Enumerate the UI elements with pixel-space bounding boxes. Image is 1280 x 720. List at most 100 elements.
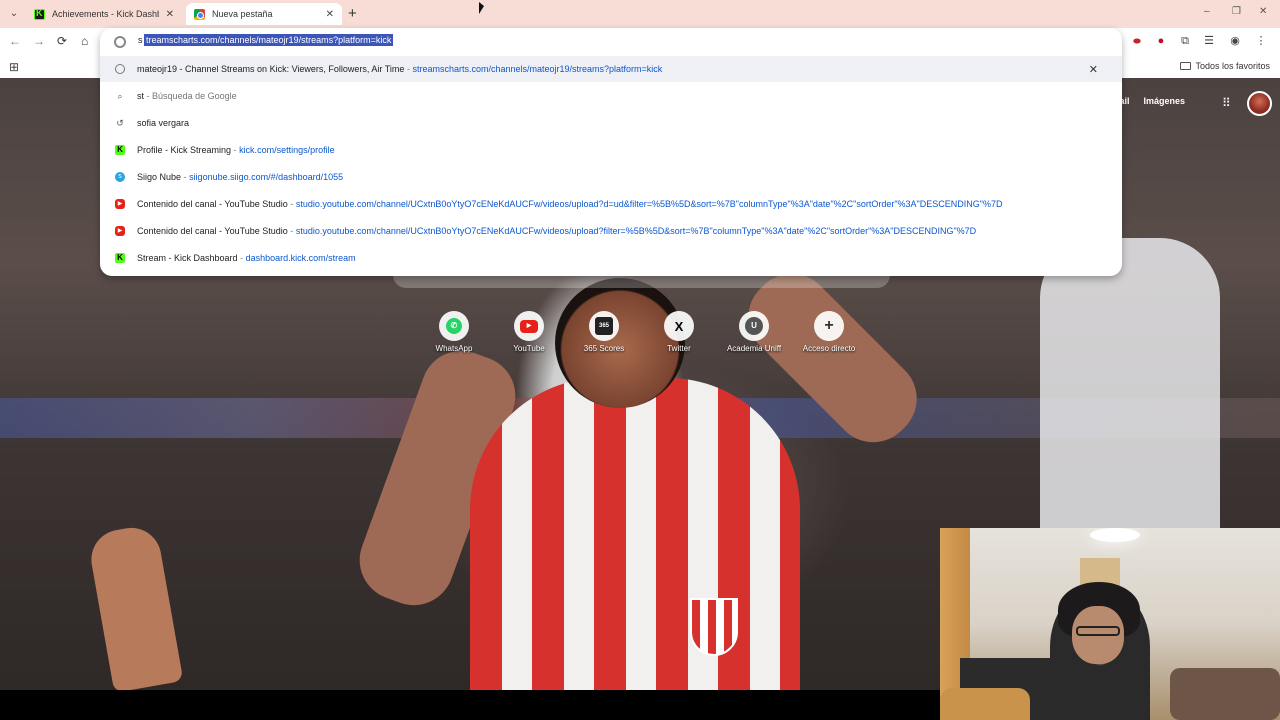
chair: [940, 688, 1030, 720]
suggestion-item[interactable]: K Profile - Kick Streaming - kick.com/se…: [100, 137, 1122, 163]
shortcut-label: YouTube: [513, 344, 545, 353]
omnibox-dropdown: s treamscharts.com/channels/mateojr19/st…: [100, 28, 1122, 276]
fan-fist: [86, 523, 184, 690]
tab-search-chevron-icon[interactable]: ⌄: [6, 6, 22, 22]
shortcut-tile: ▶: [514, 311, 544, 341]
suggestion-title: Profile - Kick Streaming: [137, 145, 232, 155]
shortcut-label: Academia Uniff: [726, 344, 782, 353]
folder-icon: [1180, 62, 1192, 70]
suggestion-title: st: [137, 91, 145, 101]
suggestion-url: studio.youtube.com/channel/UCxtnB0oYtyO7…: [295, 226, 977, 236]
suggestion-text: Contenido del canal - YouTube Studio - s…: [137, 199, 1003, 209]
all-bookmarks-folder[interactable]: Todos los favoritos: [1180, 61, 1270, 71]
background-fan: [1040, 238, 1220, 538]
suggestion-item[interactable]: ↺ sofia vergara: [100, 110, 1122, 136]
shortcut-whatsapp[interactable]: ✆ WhatsApp: [423, 311, 485, 371]
glasses: [1076, 626, 1120, 636]
avatar[interactable]: [1247, 91, 1272, 116]
shortcut-label: Twitter: [667, 344, 691, 353]
team-crest: [690, 598, 738, 656]
tab-title: Achievements - Kick Dashboard: [52, 9, 159, 19]
suggestion-title: Contenido del canal - YouTube Studio: [137, 226, 288, 236]
suggestion-item[interactable]: K Stream - Kick Dashboard - dashboard.ki…: [100, 245, 1122, 271]
menu-icon[interactable]: ⋮: [1254, 34, 1268, 48]
apps-grid-icon[interactable]: ⊞: [9, 60, 19, 74]
window-close-button[interactable]: ✕: [1259, 6, 1267, 17]
home-button[interactable]: ⌂: [81, 34, 88, 48]
shortcut-twitter[interactable]: X Twitter: [648, 311, 710, 371]
youtube-icon: ▶: [115, 226, 125, 236]
suggestion-item[interactable]: ▶ Contenido del canal - YouTube Studio -…: [100, 191, 1122, 217]
extension-icons: ⬬ ● ⧉ ☰ ◉ ⋮: [1120, 34, 1280, 50]
shortcut-label: Acceso directo: [802, 344, 856, 353]
whatsapp-icon: ✆: [446, 318, 462, 334]
back-button[interactable]: ←: [9, 34, 21, 48]
address-bar[interactable]: s treamscharts.com/channels/mateojr19/st…: [100, 28, 1122, 56]
suggestion-text: Profile - Kick Streaming - kick.com/sett…: [137, 145, 335, 155]
remove-suggestion-button[interactable]: ✕: [1089, 63, 1098, 76]
ceiling-light: [1090, 528, 1140, 542]
x-icon: X: [674, 318, 684, 334]
player-shirt: [470, 378, 800, 690]
suggestion-url: studio.youtube.com/channel/UCxtnB0oYtyO7…: [295, 199, 1003, 209]
history-icon: ↺: [116, 118, 124, 128]
shortcut-label: 365 Scores: [583, 344, 625, 353]
folder-label: Todos los favoritos: [1195, 61, 1270, 71]
shortcut-add[interactable]: + Acceso directo: [798, 311, 860, 371]
shortcut-academia[interactable]: U Academia Uniff: [723, 311, 785, 371]
suggestion-url: streamscharts.com/channels/mateojr19/str…: [412, 64, 663, 74]
restore-button[interactable]: ❐: [1232, 6, 1241, 17]
shortcut-label: WhatsApp: [435, 344, 473, 353]
tab-strip: ⌄ Achievements - Kick Dashboard ✕ Nueva …: [0, 0, 1280, 28]
youtube-icon: ▶: [115, 199, 125, 209]
images-link[interactable]: Imágenes: [1143, 96, 1185, 106]
shortcut-tile: 365: [589, 311, 619, 341]
profile-icon[interactable]: ◉: [1228, 34, 1242, 48]
kick-icon: K: [115, 145, 125, 155]
shortcut-tile: U: [739, 311, 769, 341]
minimize-button[interactable]: –: [1204, 6, 1210, 17]
media-icon[interactable]: ☰: [1202, 34, 1216, 48]
globe-icon: [114, 36, 126, 48]
google-apps-icon[interactable]: ⠿: [1222, 96, 1231, 110]
suggestion-text: mateojr19 - Channel Streams on Kick: Vie…: [137, 64, 663, 74]
opera-icon[interactable]: ●: [1154, 34, 1168, 48]
tab-achievements[interactable]: Achievements - Kick Dashboard ✕: [26, 3, 182, 25]
reload-button[interactable]: ⟳: [57, 34, 67, 48]
suggestion-url: kick.com/settings/profile: [239, 145, 335, 155]
close-icon[interactable]: ✕: [166, 9, 174, 20]
address-typed-text: s: [138, 35, 143, 45]
suggestion-item[interactable]: s Siigo Nube - siigonube.siigo.com/#/das…: [100, 164, 1122, 190]
youtube-icon: ▶: [520, 319, 538, 333]
suggestion-title: Stream - Kick Dashboard: [137, 253, 238, 263]
search-icon: ⌕: [117, 91, 123, 101]
suggestion-text: st - Búsqueda de Google: [137, 91, 237, 101]
tab-title: Nueva pestaña: [212, 9, 273, 19]
extension-red-icon[interactable]: ⬬: [1130, 34, 1144, 48]
suggestion-text: Contenido del canal - YouTube Studio - s…: [137, 226, 977, 236]
webcam-overlay: [940, 528, 1280, 720]
shortcut-tile: ✆: [439, 311, 469, 341]
suggestion-url: Búsqueda de Google: [152, 91, 237, 101]
tab-new-tab[interactable]: Nueva pestaña ✕: [186, 3, 342, 25]
suggestion-url: dashboard.kick.com/stream: [245, 253, 356, 263]
shortcut-tile: X: [664, 311, 694, 341]
shortcut-youtube[interactable]: ▶ YouTube: [498, 311, 560, 371]
suggestion-item[interactable]: mateojr19 - Channel Streams on Kick: Vie…: [100, 56, 1122, 82]
scores-icon: 365: [595, 317, 613, 335]
suggestion-item[interactable]: ⌕ st - Búsqueda de Google: [100, 83, 1122, 109]
address-autocomplete: treamscharts.com/channels/mateojr19/stre…: [144, 34, 394, 46]
suggestion-url: siigonube.siigo.com/#/dashboard/1055: [189, 172, 344, 182]
u-icon: U: [745, 317, 763, 335]
suggestion-text: Stream - Kick Dashboard - dashboard.kick…: [137, 253, 356, 263]
sofa: [1170, 668, 1280, 720]
suggestion-item[interactable]: ▶ Contenido del canal - YouTube Studio -…: [100, 218, 1122, 244]
suggestion-sep: -: [146, 91, 150, 101]
shortcut-365-scores[interactable]: 365 365 Scores: [573, 311, 635, 371]
forward-button[interactable]: →: [33, 34, 45, 48]
puzzle-icon[interactable]: ⧉: [1178, 34, 1192, 48]
close-icon[interactable]: ✕: [326, 9, 334, 20]
new-tab-button[interactable]: +: [348, 5, 357, 22]
suggestion-title: sofia vergara: [137, 118, 190, 128]
globe-icon: [115, 64, 125, 74]
